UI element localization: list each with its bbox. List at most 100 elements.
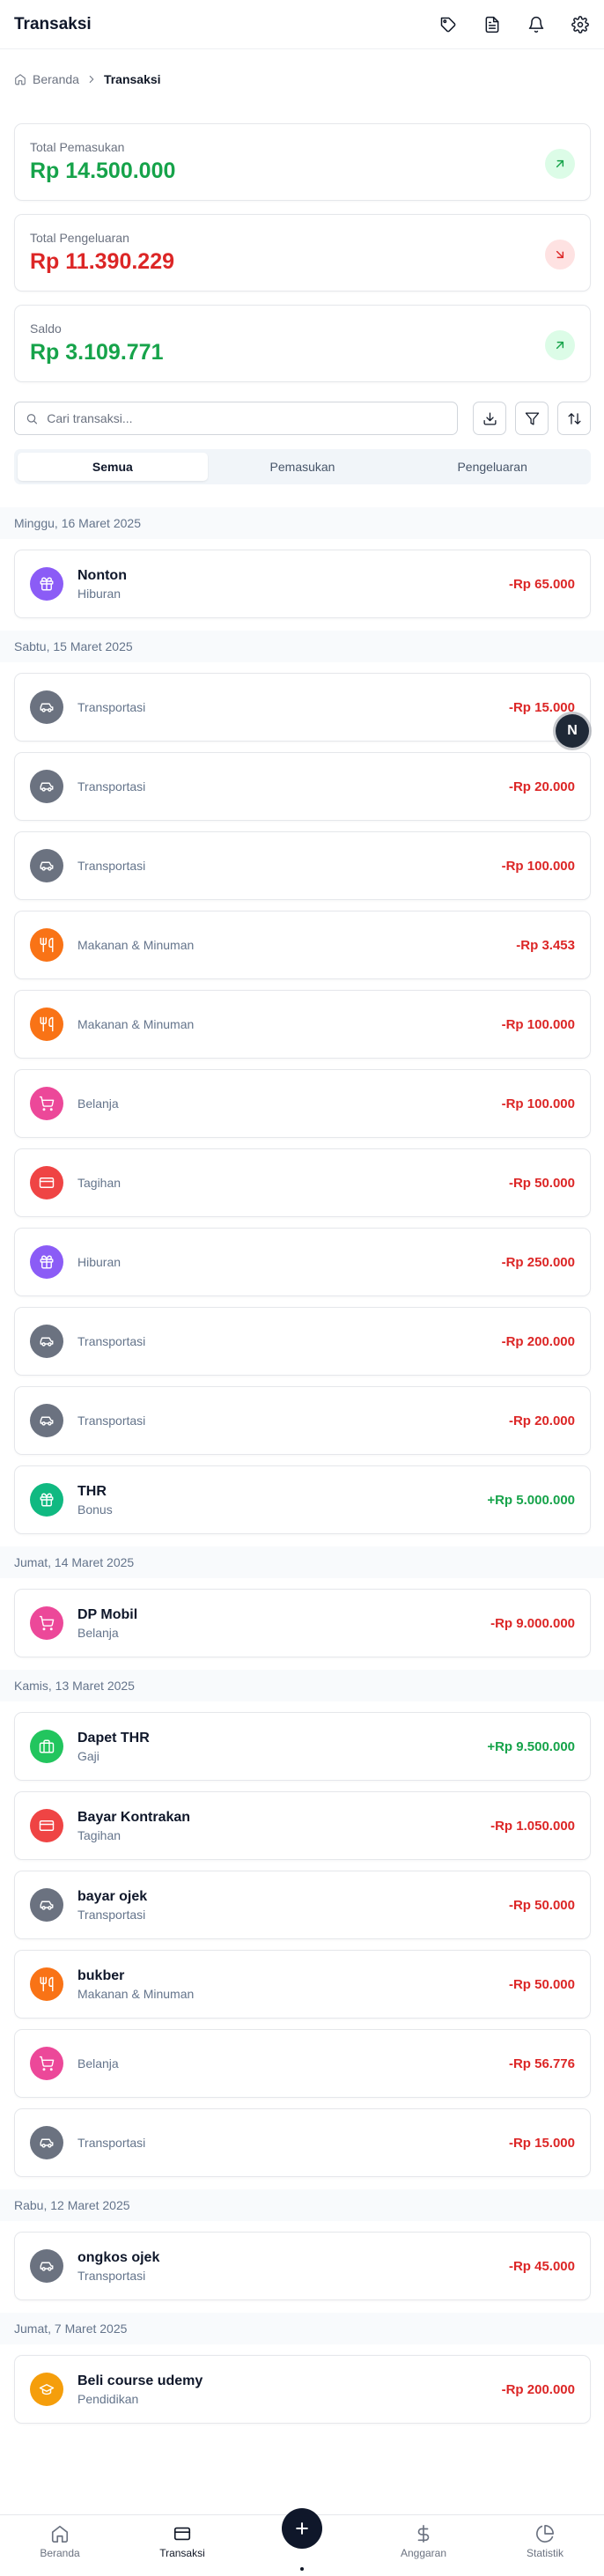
gift-icon (30, 567, 63, 601)
transaction-row[interactable]: Transportasi -Rp 15.000 (14, 2108, 591, 2177)
transaction-category: Makanan & Minuman (77, 1986, 195, 2001)
tag-icon[interactable] (438, 15, 458, 34)
transaction-row[interactable]: Nonton Hiburan -Rp 65.000 (14, 550, 591, 618)
car-icon (30, 770, 63, 803)
plus-icon (296, 2522, 308, 2535)
car-icon (30, 849, 63, 882)
nav-anggaran[interactable]: Anggaran (375, 2524, 472, 2559)
transaction-row[interactable]: ongkos ojek Transportasi -Rp 45.000 (14, 2232, 591, 2300)
car-icon (30, 1888, 63, 1922)
transaction-row[interactable]: THR Bonus +Rp 5.000.000 (14, 1465, 591, 1534)
stat-label: Total Pengeluaran (30, 231, 129, 245)
nav-statistik[interactable]: Statistik (497, 2524, 593, 2559)
filter-icon (525, 411, 539, 425)
transaction-text: THR Bonus (77, 1484, 487, 1517)
transaction-text: Transportasi (77, 700, 509, 714)
transaction-category: Transportasi (77, 700, 146, 714)
transaction-category: Makanan & Minuman (77, 938, 195, 952)
transaction-row[interactable]: bukber Makanan & Minuman -Rp 50.000 (14, 1950, 591, 2019)
stat-label: Total Pemasukan (30, 140, 125, 154)
nav-beranda[interactable]: Beranda (11, 2524, 108, 2559)
search-input[interactable] (47, 411, 446, 425)
transaction-row[interactable]: Hiburan -Rp 250.000 (14, 1228, 591, 1296)
transaction-row[interactable]: Belanja -Rp 100.000 (14, 1069, 591, 1138)
transaction-text: Transportasi (77, 1334, 502, 1348)
breadcrumb-current: Transaksi (103, 72, 161, 86)
car-icon (30, 690, 63, 724)
download-icon (482, 411, 497, 425)
settings-icon[interactable] (571, 15, 590, 34)
transaction-row[interactable]: Tagihan -Rp 50.000 (14, 1148, 591, 1217)
transaction-row[interactable]: Transportasi -Rp 20.000 (14, 1386, 591, 1455)
transaction-category: Makanan & Minuman (77, 1017, 195, 1031)
transaction-text: bayar ojek Transportasi (77, 1889, 509, 1922)
transaction-amount: -Rp 20.000 (508, 779, 575, 794)
home-icon (15, 74, 26, 85)
filter-button[interactable] (515, 402, 549, 435)
utensils-icon (30, 1008, 63, 1041)
transaction-category: Transportasi (77, 1413, 146, 1428)
date-header: Minggu, 16 Maret 2025 (0, 507, 604, 539)
floating-dev-badge[interactable]: N (556, 714, 589, 748)
transaction-row[interactable]: bayar ojek Transportasi -Rp 50.000 (14, 1871, 591, 1939)
breadcrumb: Beranda Transaksi (14, 72, 161, 86)
transaction-category: Belanja (77, 1625, 119, 1640)
balance-card: Saldo Rp 3.109.771 (14, 305, 591, 382)
transaction-category: Belanja (77, 1096, 119, 1111)
car-icon (30, 2126, 63, 2159)
transaction-amount: -Rp 100.000 (501, 858, 575, 874)
top-app-bar: Transaksi (0, 0, 604, 49)
transaction-category: Hiburan (77, 586, 122, 601)
transaction-row[interactable]: Belanja -Rp 56.776 (14, 2029, 591, 2098)
tab-semua[interactable]: Semua (18, 453, 208, 481)
utensils-icon (30, 1967, 63, 2001)
transaction-category: Transportasi (77, 1334, 146, 1348)
transaction-amount: -Rp 200.000 (501, 2381, 575, 2397)
breadcrumb-home-link[interactable]: Beranda (33, 72, 79, 86)
total-expense-card: Total Pengeluaran Rp 11.390.229 (14, 214, 591, 292)
transaction-amount: -Rp 65.000 (508, 576, 575, 592)
transaction-text: Transportasi (77, 779, 509, 793)
search-box[interactable] (14, 402, 458, 435)
transaction-row[interactable]: Transportasi -Rp 20.000 (14, 752, 591, 821)
transaction-row[interactable]: Transportasi -Rp 200.000 (14, 1307, 591, 1376)
transaction-title: ongkos ojek (77, 2249, 160, 2265)
filter-tabs: Semua Pemasukan Pengeluaran (14, 449, 591, 484)
transaction-row[interactable]: DP Mobil Belanja -Rp 9.000.000 (14, 1589, 591, 1657)
transaction-row[interactable]: Transportasi -Rp 100.000 (14, 831, 591, 900)
transaction-row[interactable]: Beli course udemy Pendidikan -Rp 200.000 (14, 2355, 591, 2424)
wallet-icon (173, 2527, 191, 2541)
transaction-row[interactable]: Bayar Kontrakan Tagihan -Rp 1.050.000 (14, 1791, 591, 1860)
arrow-up-right-icon (545, 330, 575, 360)
transaction-amount: -Rp 250.000 (501, 1254, 575, 1270)
file-text-icon[interactable] (482, 15, 502, 34)
tab-pengeluaran[interactable]: Pengeluaran (397, 453, 587, 481)
transaction-title: Nonton (77, 567, 127, 583)
active-indicator-dot (300, 2567, 304, 2571)
transaction-amount: -Rp 50.000 (508, 1897, 575, 1913)
stat-label: Saldo (30, 321, 62, 336)
transaction-row[interactable]: Makanan & Minuman -Rp 3.453 (14, 911, 591, 979)
transaction-amount: -Rp 15.000 (508, 2135, 575, 2151)
credit-card-icon (30, 1166, 63, 1199)
car-icon (30, 2249, 63, 2283)
transaction-row[interactable]: Dapet THR Gaji +Rp 9.500.000 (14, 1712, 591, 1781)
sort-button[interactable] (557, 402, 591, 435)
transaction-amount: -Rp 1.050.000 (490, 1818, 575, 1834)
tab-pemasukan[interactable]: Pemasukan (208, 453, 398, 481)
date-header: Sabtu, 15 Maret 2025 (0, 631, 604, 662)
nav-transaksi[interactable]: Transaksi (134, 2524, 231, 2559)
gift-icon (30, 1483, 63, 1517)
transaction-amount: -Rp 200.000 (501, 1333, 575, 1349)
add-transaction-button[interactable] (282, 2508, 322, 2549)
arrow-up-right-icon (545, 149, 575, 179)
stat-value: Rp 14.500.000 (30, 159, 176, 183)
transaction-row[interactable]: Transportasi -Rp 15.000 (14, 673, 591, 742)
bell-icon[interactable] (527, 15, 546, 34)
download-button[interactable] (473, 402, 506, 435)
transaction-amount: -Rp 45.000 (508, 2258, 575, 2274)
transaction-category: Hiburan (77, 1255, 122, 1269)
transaction-title: Beli course udemy (77, 2373, 203, 2388)
briefcase-icon (30, 1730, 63, 1763)
transaction-row[interactable]: Makanan & Minuman -Rp 100.000 (14, 990, 591, 1059)
